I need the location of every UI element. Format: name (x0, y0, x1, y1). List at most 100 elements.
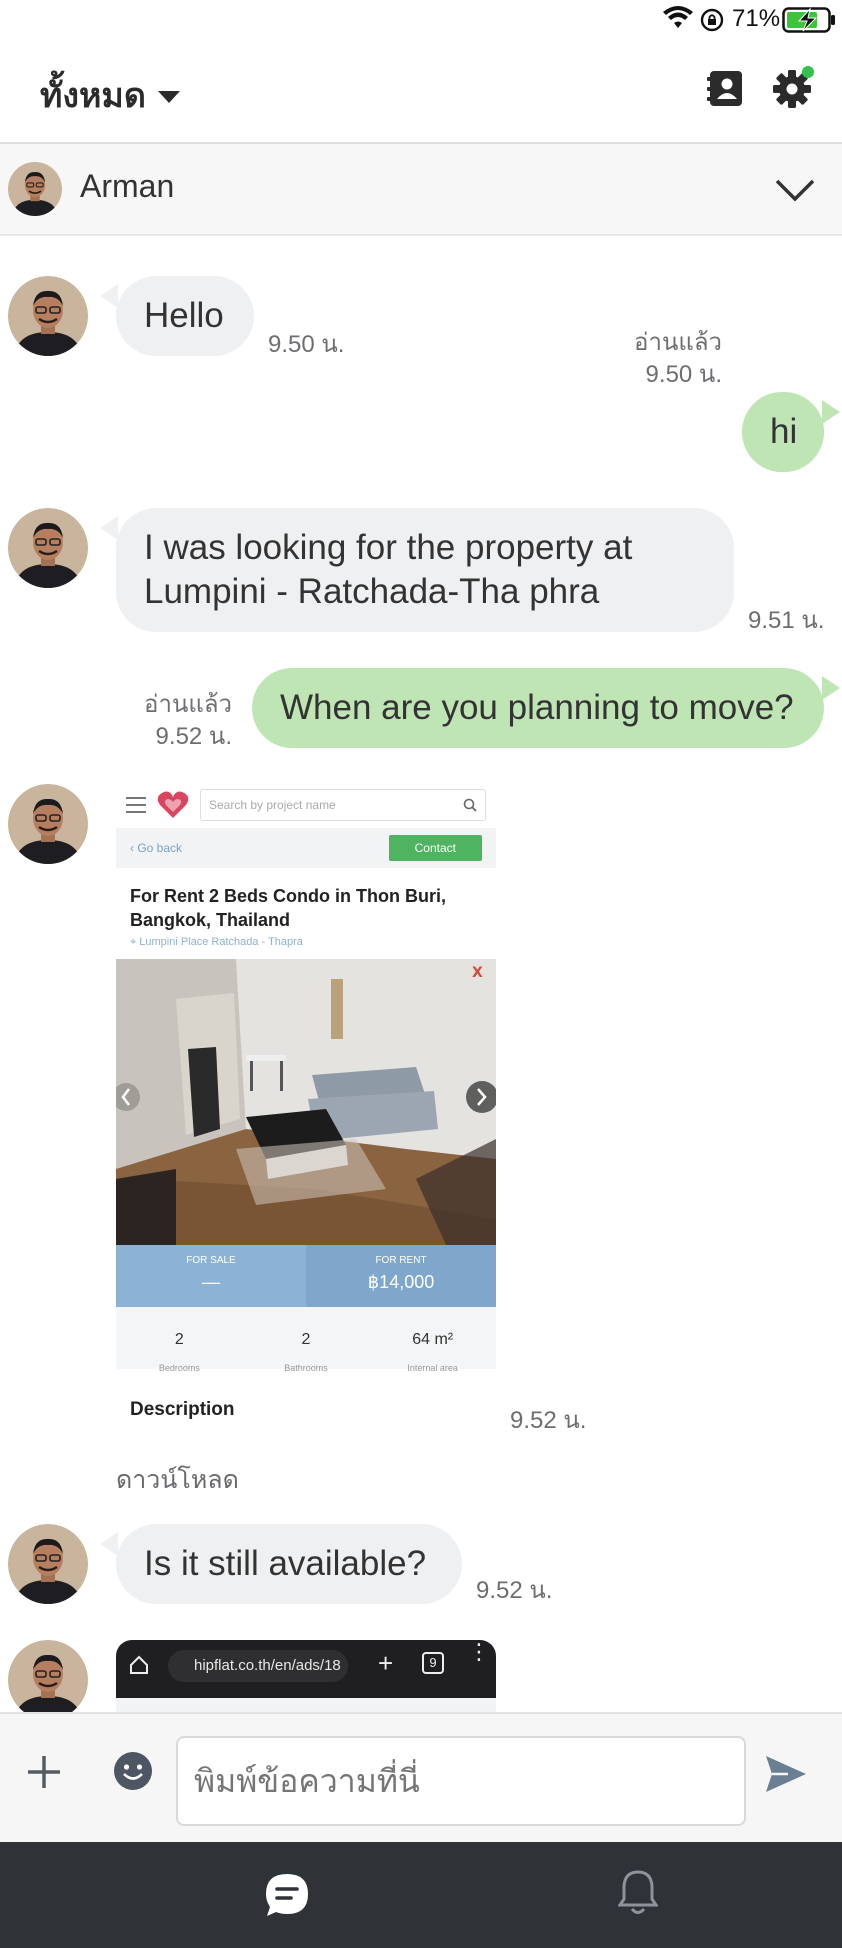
spec-bathrooms: 2 Bathrooms (243, 1307, 370, 1373)
bubble-tail (100, 516, 118, 540)
message-text: hi (770, 412, 798, 451)
listing-title-line: Bangkok, Thailand (130, 910, 291, 930)
sender-avatar[interactable] (8, 508, 88, 588)
rotation-lock-icon (700, 8, 724, 32)
bell-icon[interactable] (618, 1868, 658, 1916)
listing-price-row: FOR SALE — FOR RENT ฿14,000 (116, 1245, 496, 1307)
browser-page-strip (116, 1698, 496, 1712)
listing-search-field: Search by project name (200, 789, 486, 821)
listing-rent-price: FOR RENT ฿14,000 (306, 1245, 496, 1307)
search-icon (463, 798, 477, 812)
chat-filter-label: ทั้งหมด (40, 77, 146, 115)
status-bar: 71% (0, 0, 842, 40)
sender-avatar[interactable] (8, 1640, 88, 1720)
message-time: 9.50 น. (645, 361, 722, 388)
message-time: 9.50 น. (268, 331, 345, 358)
chevron-down-icon (157, 91, 180, 103)
listing-title: For Rent 2 Beds Condo in Thon Buri, Bang… (116, 868, 496, 932)
bubble-tail (822, 400, 840, 424)
listing-location: ⌖ Lumpini Place Ratchada - Thapra (130, 936, 303, 948)
chevron-down-icon[interactable] (774, 172, 816, 206)
incoming-message-bubble[interactable]: Hello (116, 276, 254, 356)
message-text: Hello (144, 296, 224, 335)
tab-count-icon: 9 (422, 1652, 444, 1674)
listing-contact-button: Contact (388, 835, 482, 861)
spec-label: Bedrooms (158, 1363, 200, 1373)
bubble-tail (822, 676, 840, 700)
outgoing-message-bubble[interactable]: hi (742, 392, 824, 472)
chat-screen: 71% ทั้งหมด Arman Hello 9.50 น. อ่านแล้ว… (0, 0, 842, 1948)
home-icon (130, 1655, 148, 1674)
message-time: 9.51 น. (748, 607, 825, 634)
emoji-icon[interactable] (112, 1750, 154, 1792)
plus-icon[interactable] (24, 1752, 64, 1792)
send-icon[interactable] (764, 1754, 808, 1794)
contact-name: Arman (80, 168, 175, 204)
listing-sale-price: FOR SALE — (116, 1245, 306, 1307)
rent-label: FOR RENT (375, 1255, 427, 1266)
message-time: 9.52 น. (155, 723, 232, 750)
sender-avatar[interactable] (8, 1524, 88, 1604)
rent-value: ฿14,000 (367, 1272, 435, 1292)
spec-label: Internal area (407, 1363, 458, 1373)
svg-text:X: X (472, 965, 483, 981)
message-composer (0, 1712, 842, 1842)
chat-icon[interactable] (264, 1872, 310, 1918)
browser-url-bar: hipflat.co.th/en/ads/18 (168, 1650, 348, 1682)
incoming-message-bubble[interactable]: Is it still available? (116, 1524, 462, 1604)
read-receipt: อ่านแล้ว (634, 329, 722, 356)
bottom-navigation (0, 1842, 842, 1948)
url-text: hipflat.co.th/en/ads/18 (194, 1657, 341, 1674)
listing-back-link: ‹ Go back (130, 841, 183, 855)
listing-description-heading: Description (130, 1399, 235, 1420)
listing-back-label: Go back (137, 841, 183, 855)
lock-icon (138, 1640, 139, 1641)
spec-value: 64 m² (412, 1331, 454, 1348)
sender-avatar[interactable] (8, 784, 88, 864)
contacts-icon[interactable] (706, 68, 744, 108)
spec-area: 64 m² Internal area (369, 1307, 496, 1373)
top-header: ทั้งหมด (0, 40, 842, 144)
settings-button[interactable] (770, 66, 814, 110)
message-input[interactable] (176, 1736, 746, 1826)
bubble-tail (100, 284, 118, 308)
spec-label: Bathrooms (284, 1363, 328, 1373)
chat-filter-dropdown[interactable]: ทั้งหมด (40, 68, 180, 122)
outgoing-message-bubble[interactable]: When are you planning to move? (252, 668, 824, 748)
listing-specs-row: 2 Bedrooms 2 Bathrooms 64 m² Internal ar… (116, 1307, 496, 1373)
conversation-header[interactable]: Arman (0, 144, 842, 236)
new-tab-icon: + (378, 1648, 394, 1678)
message-text: When are you planning to move? (280, 688, 794, 727)
listing-search-placeholder: Search by project name (209, 798, 336, 812)
listing-room-photo: X (116, 959, 496, 1245)
battery-charging-icon (782, 7, 835, 33)
sale-label: FOR SALE (186, 1255, 236, 1266)
sender-avatar[interactable] (8, 276, 88, 356)
message-time: 9.52 น. (476, 1577, 553, 1604)
contact-avatar (8, 162, 62, 216)
sale-value: — (202, 1272, 220, 1292)
read-receipt: อ่านแล้ว (144, 691, 232, 718)
download-link[interactable]: ดาวน์โหลด (116, 1460, 239, 1500)
message-text-line: I was looking for the property at (144, 528, 633, 567)
heart-logo-icon (157, 791, 189, 818)
listing-location-text: Lumpini Place Ratchada - Thapra (139, 936, 303, 948)
listing-title-line: For Rent 2 Beds Condo in Thon Buri, (130, 886, 446, 906)
listing-navbar: ‹ Go back Contact (116, 828, 496, 868)
spec-bedrooms: 2 Bedrooms (116, 1307, 243, 1373)
menu-icon (126, 797, 146, 813)
wifi-icon (663, 6, 693, 28)
spec-value: 2 (174, 1331, 184, 1348)
room-photo-illustration: X (116, 959, 496, 1245)
battery-percent: 71% (732, 5, 781, 32)
listing-topbar: Search by project name (116, 782, 496, 828)
image-message-browser-screenshot[interactable]: hipflat.co.th/en/ads/18 + 9 ⋮ (116, 1640, 496, 1712)
bubble-tail (100, 1532, 118, 1556)
message-time: 9.52 น. (510, 1407, 587, 1434)
image-message-listing-screenshot[interactable]: Search by project name ‹ Go back Contact… (116, 782, 496, 1441)
settings-notification-dot (802, 66, 814, 78)
message-text-line: Lumpini - Ratchada-Tha phra (144, 572, 600, 611)
incoming-message-bubble[interactable]: I was looking for the property at Lumpin… (116, 508, 734, 632)
spec-value: 2 (301, 1331, 311, 1348)
message-text: Is it still available? (144, 1544, 427, 1583)
